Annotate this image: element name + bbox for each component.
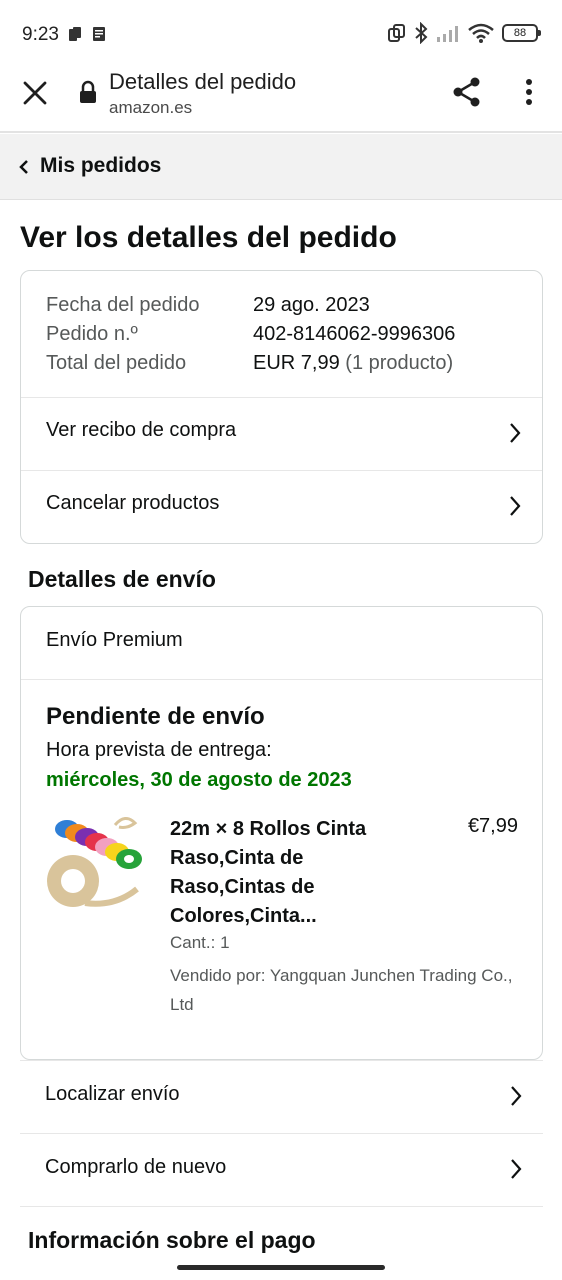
chevron-right-icon: [510, 423, 521, 443]
product-seller: Vendido por: Yangquan Junchen Trading Co…: [170, 966, 513, 1014]
track-shipment-link[interactable]: Localizar envío: [20, 1060, 543, 1133]
wifi-icon: [468, 23, 494, 43]
order-date-value: 29 ago. 2023: [253, 294, 370, 316]
notification-icons: [68, 26, 106, 42]
browser-url[interactable]: amazon.es: [109, 98, 192, 118]
track-shipment-label: Localizar envío: [45, 1083, 180, 1105]
product-price: €7,99: [467, 815, 518, 837]
order-number-row: Pedido n.º 402-8146062-9996306: [46, 320, 455, 349]
shipping-method: Envío Premium: [46, 629, 183, 651]
shipping-card: Envío Premium Pendiente de envío Hora pr…: [20, 606, 543, 1060]
divider: [21, 679, 542, 680]
more-options-icon[interactable]: [520, 78, 538, 108]
lock-icon: [80, 80, 96, 103]
chevron-right-icon: [511, 1159, 522, 1179]
document-icon: [93, 27, 105, 41]
order-date-label: Fecha del pedido: [46, 294, 200, 316]
product-quantity: Cant.: 1: [170, 933, 230, 952]
product-title[interactable]: 22m × 8 Rollos Cinta Raso,Cinta de Raso,…: [170, 815, 400, 931]
home-indicator[interactable]: [177, 1265, 385, 1270]
order-total-count: (1 producto): [345, 352, 454, 374]
order-number-label: Pedido n.º: [46, 323, 138, 345]
page-title: Ver los detalles del pedido: [20, 221, 397, 254]
view-receipt-link[interactable]: Ver recibo de compra: [21, 397, 542, 470]
screen-rotate-icon: [388, 24, 405, 42]
cancel-products-link[interactable]: Cancelar productos: [21, 470, 542, 543]
status-right-icons: 88: [386, 22, 541, 44]
browser-toolbar: Detalles del pedido amazon.es: [0, 66, 562, 133]
order-total-label: Total del pedido: [46, 352, 187, 374]
delivery-eta-date: miércoles, 30 de agosto de 2023: [46, 769, 352, 791]
shipment-status: Pendiente de envío: [46, 703, 265, 730]
order-total-value: EUR 7,99 (1 producto): [253, 349, 453, 378]
payment-info-heading: Información sobre el pago: [28, 1227, 316, 1253]
bluetooth-icon: [415, 22, 428, 44]
close-icon[interactable]: [20, 78, 50, 108]
status-time: 9:23: [22, 24, 59, 45]
ribbon-rolls-image[interactable]: [45, 811, 149, 915]
divider: [20, 1206, 543, 1208]
order-total-row: Total del pedido EUR 7,99 (1 producto): [46, 349, 455, 378]
battery-icon: 88: [502, 24, 541, 42]
view-receipt-label: Ver recibo de compra: [46, 419, 237, 441]
breadcrumb-back[interactable]: Mis pedidos: [0, 134, 562, 200]
share-icon[interactable]: [451, 76, 483, 108]
order-total-amount: EUR 7,99: [253, 352, 340, 374]
sim-icon: [69, 27, 81, 41]
buy-again-link[interactable]: Comprarlo de nuevo: [20, 1133, 543, 1206]
back-link-label: Mis pedidos: [40, 154, 162, 177]
shipping-details-heading: Detalles de envío: [28, 566, 216, 592]
cancel-products-label: Cancelar productos: [46, 492, 220, 514]
order-date-row: Fecha del pedido 29 ago. 2023: [46, 291, 455, 320]
chevron-left-icon: [19, 160, 28, 174]
buy-again-label: Comprarlo de nuevo: [45, 1156, 227, 1178]
status-bar: 9:23 88: [0, 0, 562, 66]
delivery-eta-label: Hora prevista de entrega:: [46, 739, 272, 761]
order-summary-card: Fecha del pedido 29 ago. 2023 Pedido n.º…: [20, 270, 543, 544]
order-info: Fecha del pedido 29 ago. 2023 Pedido n.º…: [46, 291, 455, 378]
order-number-value: 402-8146062-9996306: [253, 323, 456, 345]
chevron-right-icon: [511, 1086, 522, 1106]
browser-page-title: Detalles del pedido: [109, 69, 297, 94]
signal-icon: [437, 26, 458, 42]
chevron-right-icon: [510, 496, 521, 516]
